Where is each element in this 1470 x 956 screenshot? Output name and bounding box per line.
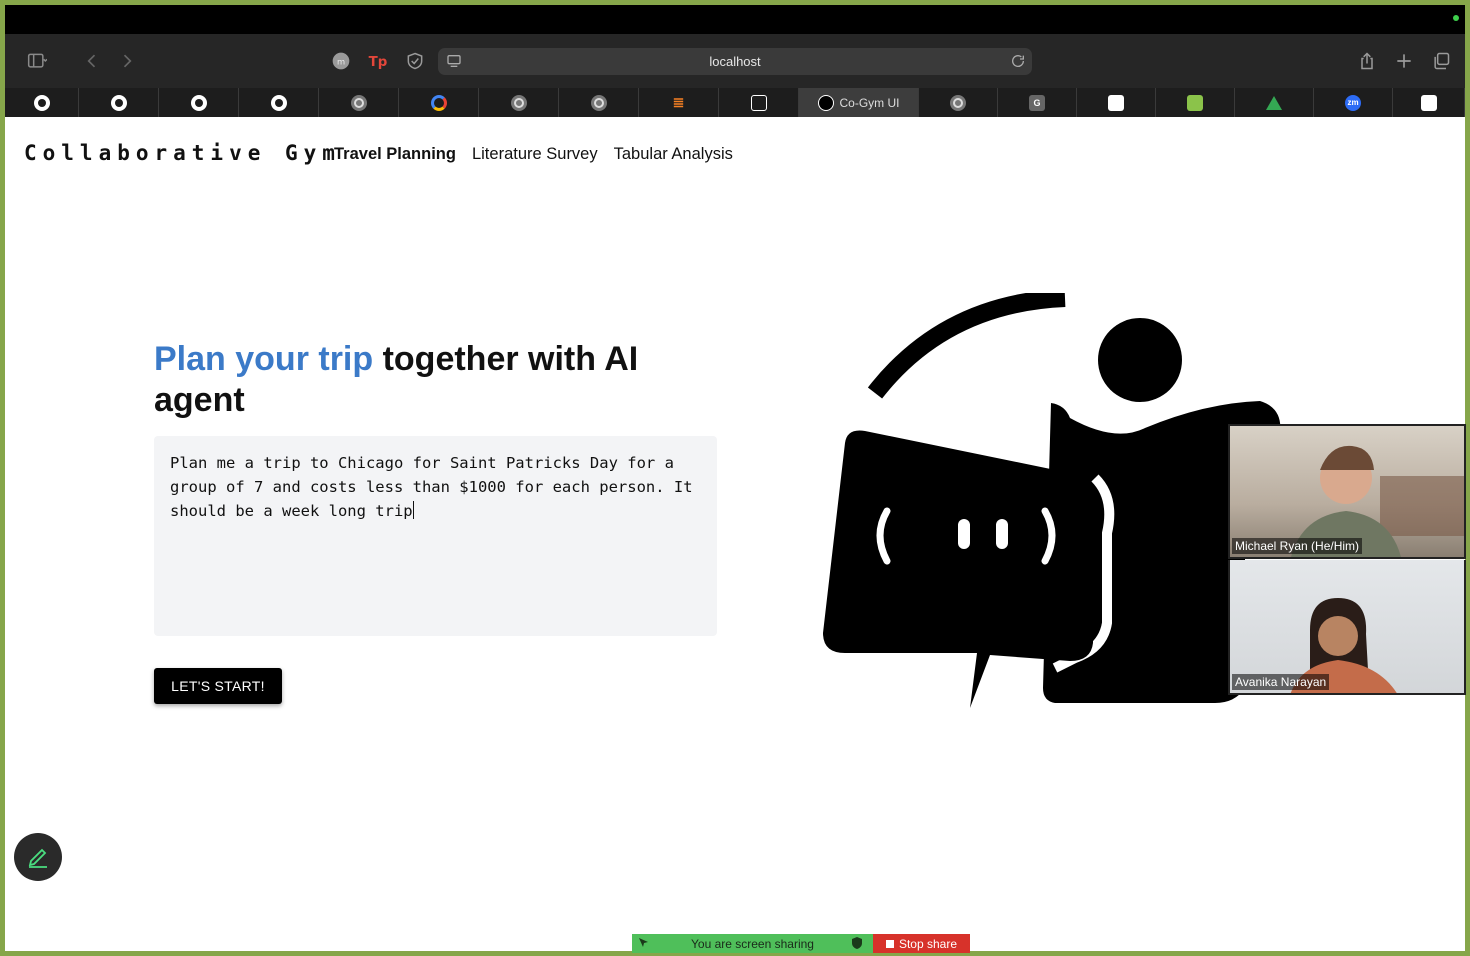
start-button[interactable]: LET'S START! <box>154 668 282 704</box>
browser-tab[interactable] <box>1077 88 1156 117</box>
video-tile-participant-1[interactable]: Michael Ryan (He/Him) <box>1228 424 1466 559</box>
address-bar[interactable]: localhost <box>438 48 1032 75</box>
github-icon <box>190 94 207 111</box>
chrome-icon <box>590 94 607 111</box>
svg-text:m: m <box>337 56 345 66</box>
sidebar-toggle-icon[interactable] <box>19 49 55 73</box>
stop-share-label: Stop share <box>898 936 958 951</box>
github-icon <box>270 94 287 111</box>
browser-tab[interactable]: zm <box>1314 88 1393 117</box>
nav-tabular-analysis[interactable]: Tabular Analysis <box>614 145 733 164</box>
main-nav: Travel Planning Literature Survey Tabula… <box>334 145 733 164</box>
notion-icon <box>1108 94 1124 111</box>
tab-bar: ≣ Co-Gym UI Gzm <box>5 88 1465 117</box>
g-icon: G <box>1029 94 1045 111</box>
screen-sharing-text: You are screen sharing <box>691 936 814 951</box>
browser-tab[interactable] <box>1235 88 1314 117</box>
chrome-icon <box>510 94 527 111</box>
zoom-icon: zm <box>1345 94 1361 111</box>
browser-tab[interactable] <box>1393 88 1465 117</box>
back-icon[interactable] <box>80 49 104 73</box>
browser-tab[interactable] <box>319 88 399 117</box>
browser-tab[interactable] <box>399 88 479 117</box>
reload-icon[interactable] <box>1010 53 1026 74</box>
smiley-icon <box>1187 94 1203 111</box>
status-dot-icon <box>1453 15 1459 21</box>
stop-icon <box>885 939 894 948</box>
new-tab-icon[interactable] <box>1392 49 1416 73</box>
participant-name: Avanika Narayan <box>1232 674 1330 690</box>
svg-text:Tp: Tp <box>369 55 388 70</box>
nav-literature-survey[interactable]: Literature Survey <box>472 145 598 164</box>
edit-button[interactable] <box>14 833 62 881</box>
ai-collaboration-illustration <box>823 293 1281 708</box>
browser-tab[interactable] <box>159 88 239 117</box>
screen-sharing-indicator[interactable]: You are screen sharing <box>632 934 873 953</box>
participant-name: Michael Ryan (He/Him) <box>1232 538 1363 554</box>
browser-tab[interactable] <box>559 88 639 117</box>
extension-tp-icon[interactable]: Tp <box>366 49 390 73</box>
browser-tab[interactable]: G <box>998 88 1077 117</box>
chrome-icon <box>350 94 367 111</box>
security-shield-icon <box>851 937 863 952</box>
github-icon <box>33 94 50 111</box>
box-icon <box>750 94 767 111</box>
nextjs-icon <box>817 94 834 111</box>
shield-icon[interactable] <box>403 49 427 73</box>
browser-tab[interactable] <box>479 88 559 117</box>
browser-tab[interactable] <box>79 88 159 117</box>
pencil-icon <box>28 848 47 868</box>
screen-share-bar: You are screen sharing Stop share <box>632 934 970 953</box>
share-icon[interactable] <box>1355 49 1379 73</box>
menu-bar <box>5 5 1465 34</box>
browser-toolbar: m Tp localhost <box>5 34 1465 88</box>
nav-travel-planning[interactable]: Travel Planning <box>334 145 456 164</box>
profile-icon[interactable]: m <box>329 49 353 73</box>
browser-tab[interactable] <box>239 88 319 117</box>
headline-accent: Plan your trip <box>154 340 374 378</box>
forward-icon[interactable] <box>115 49 139 73</box>
browser-tab[interactable]: Co-Gym UI <box>799 88 919 117</box>
stackoverflow-icon: ≣ <box>672 94 685 110</box>
github-icon <box>110 94 127 111</box>
browser-tab-label: Co-Gym UI <box>839 95 900 110</box>
browser-tab[interactable]: ≣ <box>639 88 719 117</box>
notion-icon <box>1420 94 1437 111</box>
tab-overview-icon[interactable] <box>1429 49 1453 73</box>
chrome-icon <box>950 94 966 111</box>
text-caret <box>412 501 414 519</box>
google-drive-icon <box>1266 95 1282 110</box>
page-headline: Plan your trip together with AI agent <box>154 339 714 421</box>
trip-prompt-input[interactable]: Plan me a trip to Chicago for Saint Patr… <box>154 436 717 636</box>
google-cloud-icon <box>430 94 447 111</box>
brand-logo[interactable]: Collaborative Gym <box>24 141 341 165</box>
browser-tab[interactable] <box>1156 88 1235 117</box>
trip-prompt-text: Plan me a trip to Chicago for Saint Patr… <box>170 454 693 520</box>
drag-handle-icon[interactable] <box>638 937 650 952</box>
browser-tab[interactable] <box>5 88 79 117</box>
browser-tab[interactable] <box>719 88 799 117</box>
video-tile-participant-2[interactable]: Avanika Narayan <box>1228 560 1466 695</box>
url-text[interactable]: localhost <box>438 54 1032 69</box>
stop-share-button[interactable]: Stop share <box>873 934 970 953</box>
browser-tab[interactable] <box>919 88 998 117</box>
